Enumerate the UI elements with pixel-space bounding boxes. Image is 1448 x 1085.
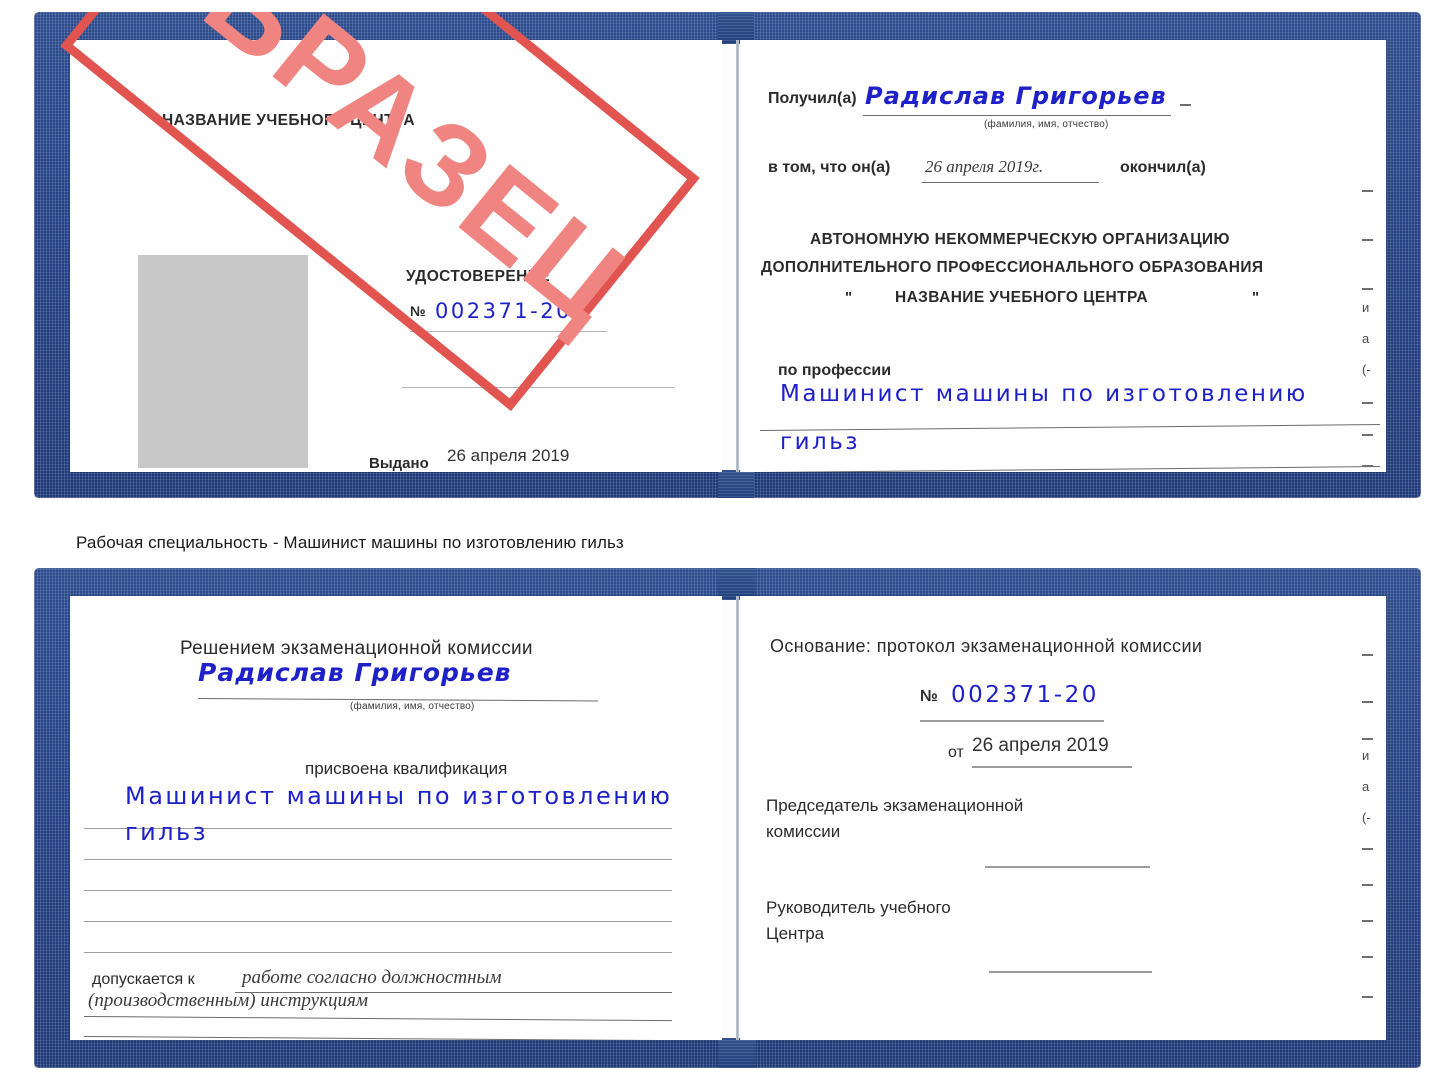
qualification-value-line-2: гильз [125,818,208,846]
bottom-edge-fragment-3: (- [1362,810,1371,825]
bottom-edge-dash-7 [1362,996,1373,998]
qualification-rule-5 [84,952,672,953]
certificate-top: НАЗВАНИЕ УЧЕБНОГО ЦЕНТРА УДОСТОВЕРЕНИЕ №… [34,12,1421,498]
page-caption: Рабочая специальность - Машинист машины … [76,533,624,552]
bottom-right-page: Основание: протокол экзаменационной коми… [740,596,1386,1040]
protocol-date-value: 26 апреля 2019 [972,735,1109,756]
bottom-edge-dash-3 [1362,848,1373,850]
received-label: Получил(а) [768,90,857,107]
photo-placeholder [138,255,308,468]
profession-value-line-1: Машинист машины по изготовлению [780,381,1308,407]
edge-dash-3 [1362,288,1373,290]
organization-quote-open: " [845,289,853,306]
certificate-top-pages: НАЗВАНИЕ УЧЕБНОГО ЦЕНТРА УДОСТОВЕРЕНИЕ №… [70,12,1386,498]
organization-line-2: ДОПОЛНИТЕЛЬНОГО ПРОФЕССИОНАЛЬНОГО ОБРАЗО… [761,259,1264,276]
qualification-value-line-1: Машинист машины по изготовлению [125,782,673,810]
basis-label: Основание: протокол экзаменационной коми… [770,636,1203,656]
issued-label: Выдано [369,455,429,472]
blank-rule-1 [402,387,675,388]
chairman-signature-rule [985,866,1150,868]
qualification-rule-4 [84,921,672,922]
admitted-label: допускается к [92,971,195,988]
qualification-rule-2 [84,859,672,860]
received-trailing-dash [1180,104,1191,106]
in-that-rule [922,182,1099,183]
graduate-name-value: Радислав Григорьев [198,658,512,687]
head-label-line-2: Центра [766,924,825,943]
bottom-edge-fragment-2: а [1362,779,1370,794]
chairman-label-line-1: Председатель экзаменационной [766,796,1024,815]
organization-line-1: АВТОНОМНУЮ НЕКОММЕРЧЕСКУЮ ОРГАНИЗАЦИЮ [810,231,1230,248]
profession-label: по профессии [778,362,892,379]
number-rule [410,331,607,332]
edge-dash-4 [1362,402,1373,404]
protocol-date-label: от [948,744,964,761]
qualification-rule-3 [84,890,672,891]
admitted-rule-3 [83,1036,672,1040]
edge-fragment-3: (- [1362,362,1371,377]
issued-value: 26 апреля 2019 [447,446,570,465]
protocol-number-label: № [920,688,938,705]
bottom-edge-dash-0 [1362,654,1373,656]
edge-fragment-1: и [1362,300,1370,315]
edge-dash-6 [1362,465,1373,467]
edge-fragment-2: а [1362,331,1370,346]
top-left-page: НАЗВАНИЕ УЧЕБНОГО ЦЕНТРА УДОСТОВЕРЕНИЕ №… [70,40,722,472]
spine-tab-bottom-bottom [718,1038,756,1068]
bottom-edge-fragment-1: и [1362,748,1370,763]
admitted-rule-2 [83,1016,672,1022]
in-that-label: в том, что он(а) [768,159,891,176]
profession-value-line-2: гильз [780,429,861,455]
bottom-edge-dash-1 [1362,701,1373,703]
top-right-page: Получил(а) Радислав Григорьев (фамилия, … [740,40,1386,472]
chairman-label-line-2: комиссии [766,822,841,841]
qualification-label: присвоена квалификация [305,759,508,778]
page-gutter-bottom [736,596,739,1040]
graduate-name-hint: (фамилия, имя, отчество) [350,701,475,712]
profession-rule-2 [759,466,1380,472]
received-hint: (фамилия, имя, отчество) [984,119,1109,130]
admitted-value-line-2: (производственным) инструкциям [88,990,368,1011]
bottom-edge-dash-5 [1362,920,1373,922]
received-rule [863,115,1171,116]
commission-decision-heading: Решением экзаменационной комиссии [180,638,533,659]
profession-rule-1 [759,424,1380,431]
bottom-edge-dash-2 [1362,738,1373,740]
head-label-line-1: Руководитель учебного [766,898,951,917]
admitted-value-line-1: работе согласно должностным [242,967,502,988]
document-type-label: УДОСТОВЕРЕНИЕ [406,268,550,285]
bottom-edge-dash-6 [1362,956,1373,958]
training-center-title: НАЗВАНИЕ УЧЕБНОГО ЦЕНТРА [162,112,415,129]
protocol-date-rule [972,766,1132,768]
spine-tab-bottom [718,470,754,498]
received-value: Радислав Григорьев [865,82,1167,110]
in-that-value: 26 апреля 2019г. [925,157,1044,176]
page-gutter-top [736,40,739,472]
bottom-left-page: Решением экзаменационной комиссии Радисл… [70,596,722,1040]
edge-dash-1 [1362,190,1373,192]
protocol-number-rule [920,720,1104,722]
finished-label: окончил(а) [1120,159,1206,176]
organization-quote-close: " [1252,289,1260,306]
certificate-bottom: Решением экзаменационной комиссии Радисл… [34,568,1421,1068]
number-label: № [410,303,426,319]
edge-dash-2 [1362,239,1373,241]
number-value: 002371-20 [435,299,572,323]
certificate-bottom-pages: Решением экзаменационной комиссии Радисл… [70,568,1386,1068]
edge-dash-5 [1362,434,1373,436]
organization-line-3: НАЗВАНИЕ УЧЕБНОГО ЦЕНТРА [895,289,1148,306]
protocol-number-value: 002371-20 [951,682,1099,708]
bottom-edge-dash-4 [1362,884,1373,886]
head-signature-rule [989,971,1152,973]
